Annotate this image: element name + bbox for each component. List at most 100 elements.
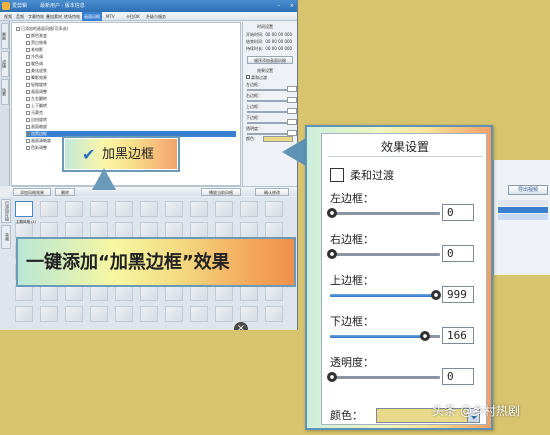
clip-thumbnail[interactable] (240, 201, 258, 217)
tree-checkbox[interactable] (26, 41, 30, 45)
slider-value-input[interactable]: 166 (442, 327, 474, 344)
tree-item[interactable]: 冷色调 (26, 54, 236, 60)
mini-slider[interactable] (247, 100, 287, 102)
tree-item[interactable]: 美化皮肤 (26, 68, 236, 74)
slider-thumb[interactable] (327, 208, 337, 218)
clip-thumbnail[interactable] (40, 201, 58, 217)
tree-item[interactable]: 黑白效果 (26, 40, 236, 46)
tree-item[interactable]: 已添加的画面风格(可多选) (16, 26, 236, 32)
clip-thumbnail[interactable] (115, 222, 133, 238)
clip-thumbnail[interactable] (140, 201, 158, 217)
clip-thumbnail[interactable] (265, 285, 283, 301)
clip-thumbnail[interactable] (215, 285, 233, 301)
menu-item[interactable]: 叠加素材 (44, 12, 64, 21)
slider-value-input[interactable]: 0 (442, 245, 474, 262)
clip-thumbnail[interactable] (65, 222, 83, 238)
menu-item[interactable]: 音频 (14, 12, 26, 21)
clip-thumbnail[interactable] (90, 201, 108, 217)
clip-thumbnail[interactable] (15, 201, 33, 217)
add-style-button[interactable]: 添加风格效果 (13, 188, 51, 196)
clip-thumbnail[interactable] (190, 306, 208, 322)
tree-item[interactable]: 马赛克 (26, 110, 236, 116)
tree-item[interactable]: 画面缩放 (26, 124, 236, 130)
slider-thumb[interactable] (431, 290, 441, 300)
time-row-value[interactable]: 00 00 00 000 (265, 46, 292, 51)
time-row-value[interactable]: 00 00 00 000 (265, 32, 292, 37)
mini-slider[interactable] (247, 122, 287, 124)
minimize-icon[interactable]: – (278, 0, 281, 12)
close-circle-icon[interactable]: × (234, 322, 248, 330)
menu-item[interactable]: 转场特效 (62, 12, 82, 21)
clip-thumbnail[interactable] (140, 306, 158, 322)
tree-checkbox[interactable] (26, 104, 30, 108)
mini-slider[interactable] (247, 133, 287, 135)
tab-added-clips[interactable]: 已添加片段 (1, 199, 11, 223)
tree-checkbox[interactable] (26, 139, 30, 143)
clip-thumbnail[interactable] (65, 285, 83, 301)
clip-thumbnail[interactable] (40, 306, 58, 322)
tree-item[interactable]: 上下翻转 (26, 103, 236, 109)
tree-item[interactable]: 老电影 (26, 47, 236, 53)
mini-value-box[interactable] (287, 108, 297, 114)
clip-thumbnail[interactable] (190, 201, 208, 217)
clip-thumbnail[interactable] (240, 285, 258, 301)
clip-thumbnail[interactable] (65, 306, 83, 322)
slider-value-input[interactable]: 0 (442, 204, 474, 221)
slider-value-input[interactable]: 0 (442, 368, 474, 385)
confirm-button[interactable]: 确认修改 (255, 188, 289, 196)
clip-thumbnail[interactable] (165, 306, 183, 322)
list-row-selected[interactable] (498, 207, 548, 213)
clip-thumbnail[interactable] (215, 201, 233, 217)
menu-item[interactable]: 升级与服务 (144, 12, 168, 21)
menu-item[interactable]: 视频 (2, 12, 14, 21)
clip-thumbnail[interactable] (65, 201, 83, 217)
tree-checkbox[interactable] (26, 97, 30, 101)
tree-checkbox[interactable] (26, 132, 30, 136)
clip-thumbnail[interactable] (240, 306, 258, 322)
tree-checkbox[interactable] (26, 55, 30, 59)
clip-thumbnail[interactable] (15, 306, 33, 322)
clip-thumbnail[interactable] (90, 306, 108, 322)
tree-checkbox[interactable] (26, 118, 30, 122)
play-style-button[interactable]: 播放当前风格 (201, 188, 241, 196)
clip-thumbnail[interactable] (90, 222, 108, 238)
mini-slider[interactable] (247, 89, 287, 91)
mini-slider[interactable] (247, 111, 287, 113)
tree-checkbox[interactable] (26, 69, 30, 73)
clip-thumbnail[interactable] (165, 285, 183, 301)
crossfade-checkbox[interactable] (330, 168, 344, 182)
tree-item[interactable]: 暖色调 (26, 61, 236, 67)
list-row[interactable] (498, 214, 548, 220)
clip-thumbnail[interactable] (215, 222, 233, 238)
clip-thumbnail[interactable] (165, 222, 183, 238)
clip-thumbnail[interactable] (240, 222, 258, 238)
tree-item[interactable]: 左右翻转 (26, 96, 236, 102)
slider-track[interactable] (330, 376, 440, 379)
slider-track[interactable] (330, 253, 440, 256)
mini-value-box[interactable] (287, 86, 297, 92)
clip-thumbnail[interactable] (190, 285, 208, 301)
menu-item[interactable]: 卡拉OK (124, 12, 142, 21)
tree-checkbox[interactable] (26, 76, 30, 80)
add-style-order-button[interactable]: 顺序添加画面风格 (247, 56, 293, 64)
tree-checkbox[interactable] (26, 111, 30, 115)
slider-value-input[interactable]: 999 (442, 286, 474, 303)
tree-item[interactable]: 晕影效果 (26, 75, 236, 81)
side-tab[interactable]: 滤镜 (1, 51, 9, 77)
clip-thumbnail[interactable] (115, 285, 133, 301)
slider-thumb[interactable] (327, 372, 337, 382)
close-icon[interactable]: × (290, 0, 294, 12)
tree-checkbox[interactable] (26, 125, 30, 129)
clip-thumbnail[interactable] (215, 306, 233, 322)
time-row-value[interactable]: 00 00 00 000 (265, 39, 292, 44)
clip-thumbnail[interactable] (140, 222, 158, 238)
tree-checkbox[interactable] (26, 62, 30, 66)
tree-item[interactable]: 颜色渐变 (26, 33, 236, 39)
clip-thumbnail[interactable] (265, 222, 283, 238)
delete-button[interactable]: 删除 (55, 188, 75, 196)
tree-item[interactable]: 画面调整 (26, 89, 236, 95)
menu-item[interactable]: 字幕特效 (26, 12, 46, 21)
export-button[interactable]: 导出视频 (508, 185, 548, 195)
side-tab[interactable]: 动景 (1, 79, 9, 105)
clip-thumbnail[interactable] (115, 201, 133, 217)
